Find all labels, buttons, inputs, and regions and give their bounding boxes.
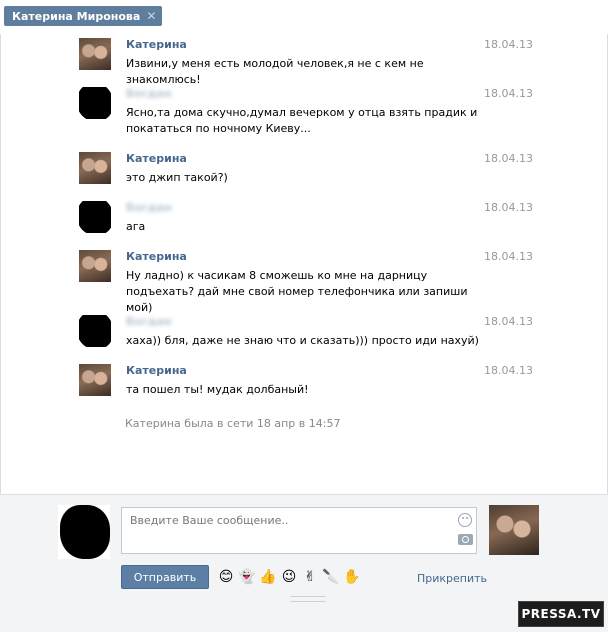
message-author[interactable]: Богдан xyxy=(126,87,172,100)
message-author[interactable]: Катерина xyxy=(126,38,187,51)
message-text: та пошел ты! мудак долбаный! xyxy=(126,383,309,396)
tab-title: Катерина Миронова xyxy=(12,9,141,23)
message-text: Извини,у меня есть молодой человек,я не … xyxy=(126,57,424,86)
peer-avatar[interactable] xyxy=(489,505,539,555)
message-text: хаха)) бля, даже не знаю что и сказать))… xyxy=(126,334,479,347)
message-date: 18.04.13 xyxy=(484,152,533,165)
message-text: это джип такой?) xyxy=(126,171,228,184)
avatar[interactable] xyxy=(79,201,111,233)
message-author[interactable]: Богдан xyxy=(126,315,172,328)
emoji-victory-icon[interactable]: ✌ xyxy=(301,568,319,586)
smile-icon[interactable] xyxy=(458,513,472,527)
close-icon[interactable]: ✕ xyxy=(146,10,156,22)
message-date: 18.04.13 xyxy=(484,38,533,51)
message-date: 18.04.13 xyxy=(484,364,533,377)
resize-handle[interactable] xyxy=(290,596,326,602)
avatar[interactable] xyxy=(79,152,111,184)
message-text: ага xyxy=(126,220,146,233)
avatar[interactable] xyxy=(79,38,111,70)
emoji-wink-icon[interactable]: 😉 xyxy=(280,568,298,586)
avatar[interactable] xyxy=(79,250,111,282)
send-button[interactable]: Отправить xyxy=(121,565,209,589)
message-text: Ясно,та дома скучно,думал вечерком у отц… xyxy=(126,106,478,135)
attach-link[interactable]: Прикрепить xyxy=(417,572,487,585)
message-author[interactable]: Катерина xyxy=(126,250,187,263)
my-avatar[interactable] xyxy=(58,505,110,559)
message-input[interactable]: Введите Ваше сообщение.. xyxy=(121,507,477,554)
emoji-smile-icon[interactable]: 😊 xyxy=(217,568,235,586)
message-date: 18.04.13 xyxy=(484,250,533,263)
message-date: 18.04.13 xyxy=(484,315,533,328)
message-date: 18.04.13 xyxy=(484,201,533,214)
composer: Введите Ваше сообщение.. Отправить 😊 👻 👍… xyxy=(0,494,608,632)
camera-icon[interactable] xyxy=(458,534,473,545)
message-date: 18.04.13 xyxy=(484,87,533,100)
message-author[interactable]: Катерина xyxy=(126,364,187,377)
emoji-thumbs-up-icon[interactable]: 👍 xyxy=(259,568,277,586)
avatar[interactable] xyxy=(79,315,111,347)
message-author[interactable]: Катерина xyxy=(126,152,187,165)
emoji-ghost-icon[interactable]: 👻 xyxy=(238,568,256,586)
avatar[interactable] xyxy=(79,87,111,119)
watermark-logo: PRESSA.TV xyxy=(518,601,604,627)
avatar[interactable] xyxy=(79,364,111,396)
emoji-knife-icon[interactable]: 🔪 xyxy=(322,568,340,586)
emoji-hand-icon[interactable]: ✋ xyxy=(343,568,361,586)
message-author[interactable]: Богдан xyxy=(126,201,172,214)
emoji-bar: 😊 👻 👍 😉 ✌ 🔪 ✋ xyxy=(217,568,361,586)
online-status: Катерина была в сети 18 апр в 14:57 xyxy=(125,417,341,430)
tab-bar: Катерина Миронова ✕ xyxy=(0,0,608,35)
message-text: Ну ладно) к часикам 8 сможешь ко мне на … xyxy=(126,269,468,314)
tab-conversation[interactable]: Катерина Миронова ✕ xyxy=(4,6,163,26)
